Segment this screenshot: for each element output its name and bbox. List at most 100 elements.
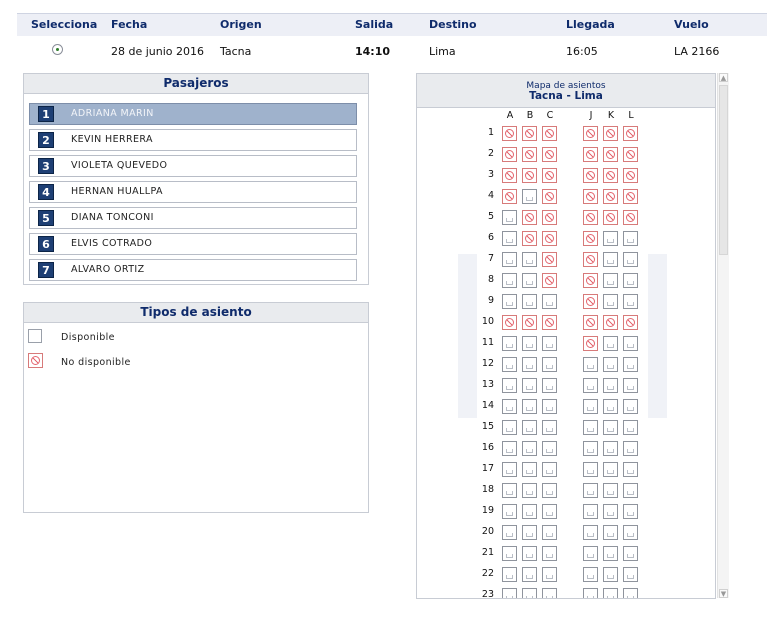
available-seat[interactable]: [603, 294, 618, 309]
passenger-item[interactable]: 2 KEVIN HERRERA: [29, 129, 357, 151]
available-seat[interactable]: [502, 462, 517, 477]
passenger-item[interactable]: 6 ELVIS COTRADO: [29, 233, 357, 255]
scroll-thumb[interactable]: [719, 85, 728, 255]
available-seat[interactable]: [623, 525, 638, 540]
available-seat[interactable]: [522, 441, 537, 456]
available-seat[interactable]: [522, 336, 537, 351]
available-seat[interactable]: [502, 210, 517, 225]
available-seat[interactable]: [603, 273, 618, 288]
available-seat[interactable]: [542, 588, 557, 598]
passenger-item[interactable]: 7 ALVARO ORTIZ: [29, 259, 357, 281]
available-seat[interactable]: [522, 546, 537, 561]
available-seat[interactable]: [583, 546, 598, 561]
available-seat[interactable]: [623, 441, 638, 456]
available-seat[interactable]: [542, 525, 557, 540]
available-seat[interactable]: [542, 462, 557, 477]
available-seat[interactable]: [522, 273, 537, 288]
available-seat[interactable]: [542, 294, 557, 309]
available-seat[interactable]: [603, 420, 618, 435]
scroll-up-arrow-icon[interactable]: ▲: [719, 73, 728, 82]
available-seat[interactable]: [542, 378, 557, 393]
available-seat[interactable]: [502, 294, 517, 309]
available-seat[interactable]: [502, 231, 517, 246]
available-seat[interactable]: [603, 336, 618, 351]
available-seat[interactable]: [502, 399, 517, 414]
available-seat[interactable]: [623, 336, 638, 351]
available-seat[interactable]: [583, 441, 598, 456]
available-seat[interactable]: [522, 483, 537, 498]
available-seat[interactable]: [502, 588, 517, 598]
available-seat[interactable]: [542, 567, 557, 582]
available-seat[interactable]: [623, 252, 638, 267]
available-seat[interactable]: [522, 525, 537, 540]
available-seat[interactable]: [623, 546, 638, 561]
available-seat[interactable]: [583, 378, 598, 393]
available-seat[interactable]: [623, 588, 638, 598]
available-seat[interactable]: [583, 462, 598, 477]
available-seat[interactable]: [502, 357, 517, 372]
available-seat[interactable]: [502, 273, 517, 288]
available-seat[interactable]: [603, 567, 618, 582]
available-seat[interactable]: [623, 231, 638, 246]
passenger-item[interactable]: 1 ADRIANA MARIN: [29, 103, 357, 125]
available-seat[interactable]: [522, 420, 537, 435]
available-seat[interactable]: [603, 525, 618, 540]
passenger-item[interactable]: 3 VIOLETA QUEVEDO: [29, 155, 357, 177]
scroll-down-arrow-icon[interactable]: ▼: [719, 589, 728, 598]
available-seat[interactable]: [583, 483, 598, 498]
available-seat[interactable]: [542, 420, 557, 435]
available-seat[interactable]: [522, 189, 537, 204]
available-seat[interactable]: [603, 588, 618, 598]
available-seat[interactable]: [542, 546, 557, 561]
available-seat[interactable]: [583, 399, 598, 414]
available-seat[interactable]: [502, 378, 517, 393]
available-seat[interactable]: [522, 399, 537, 414]
available-seat[interactable]: [502, 504, 517, 519]
available-seat[interactable]: [623, 378, 638, 393]
flight-select-radio[interactable]: [52, 44, 63, 55]
available-seat[interactable]: [502, 336, 517, 351]
available-seat[interactable]: [623, 294, 638, 309]
available-seat[interactable]: [502, 483, 517, 498]
available-seat[interactable]: [623, 420, 638, 435]
available-seat[interactable]: [542, 441, 557, 456]
available-seat[interactable]: [603, 378, 618, 393]
available-seat[interactable]: [603, 441, 618, 456]
available-seat[interactable]: [502, 252, 517, 267]
available-seat[interactable]: [522, 357, 537, 372]
available-seat[interactable]: [603, 546, 618, 561]
available-seat[interactable]: [583, 525, 598, 540]
available-seat[interactable]: [502, 420, 517, 435]
available-seat[interactable]: [623, 399, 638, 414]
available-seat[interactable]: [542, 336, 557, 351]
available-seat[interactable]: [603, 252, 618, 267]
available-seat[interactable]: [603, 483, 618, 498]
available-seat[interactable]: [502, 567, 517, 582]
available-seat[interactable]: [623, 567, 638, 582]
available-seat[interactable]: [542, 483, 557, 498]
available-seat[interactable]: [623, 462, 638, 477]
available-seat[interactable]: [502, 525, 517, 540]
seat-map-scrollbar[interactable]: ▲ ▼: [717, 73, 729, 598]
available-seat[interactable]: [603, 399, 618, 414]
available-seat[interactable]: [522, 462, 537, 477]
available-seat[interactable]: [603, 231, 618, 246]
available-seat[interactable]: [603, 357, 618, 372]
available-seat[interactable]: [623, 357, 638, 372]
available-seat[interactable]: [623, 504, 638, 519]
available-seat[interactable]: [522, 252, 537, 267]
available-seat[interactable]: [522, 504, 537, 519]
available-seat[interactable]: [522, 378, 537, 393]
available-seat[interactable]: [623, 483, 638, 498]
available-seat[interactable]: [502, 546, 517, 561]
available-seat[interactable]: [603, 504, 618, 519]
available-seat[interactable]: [603, 462, 618, 477]
available-seat[interactable]: [583, 420, 598, 435]
available-seat[interactable]: [522, 567, 537, 582]
available-seat[interactable]: [583, 504, 598, 519]
available-seat[interactable]: [522, 588, 537, 598]
available-seat[interactable]: [583, 357, 598, 372]
available-seat[interactable]: [623, 273, 638, 288]
available-seat[interactable]: [583, 567, 598, 582]
available-seat[interactable]: [542, 399, 557, 414]
